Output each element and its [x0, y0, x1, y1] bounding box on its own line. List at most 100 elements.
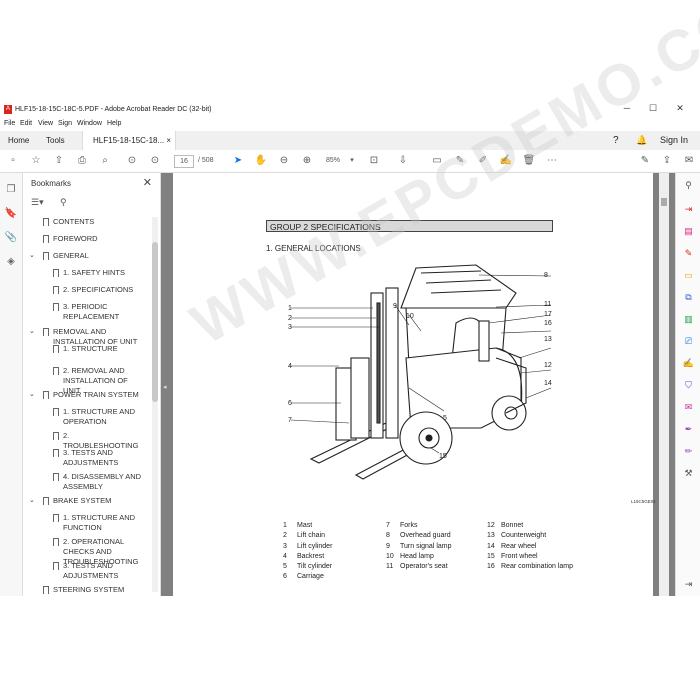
legend-item: 7 Forks — [386, 521, 452, 531]
close-window-button[interactable]: ✕ — [670, 103, 690, 114]
left-navigation-rail: ❐ 🔖 📎 ◈ — [0, 173, 23, 596]
bookmark-star-icon[interactable]: ☆ — [29, 154, 43, 168]
bookmark-label: 2. SPECIFICATIONS — [63, 285, 134, 294]
callout-16: 16 — [544, 320, 552, 327]
bookmarks-panel-icon[interactable]: 🔖 — [4, 207, 18, 221]
export-pdf-icon[interactable]: ⇥ — [682, 203, 695, 216]
legend-label: Forks — [400, 522, 418, 529]
next-page-icon[interactable]: ⊙ — [148, 154, 162, 168]
bookmark-icon — [53, 269, 59, 279]
bookmark-label: POWER TRAIN SYSTEM — [53, 390, 139, 399]
menu-edit[interactable]: Edit — [20, 120, 32, 127]
bookmark-icon — [53, 408, 59, 418]
bookmark-options-icon[interactable]: ☰▾ — [31, 197, 44, 208]
tab-tools[interactable]: Tools — [46, 131, 65, 150]
zoom-dropdown-icon[interactable]: ▾ — [345, 154, 359, 168]
callout-4: 4 — [288, 363, 292, 370]
comment-panel-icon[interactable]: ✎ — [638, 154, 652, 168]
expand-toggle-icon[interactable]: ⌄ — [29, 496, 35, 506]
bookmark-label: STEERING SYSTEM — [53, 585, 125, 594]
search-icon[interactable]: ⌕ — [98, 154, 112, 168]
menu-help[interactable]: Help — [107, 120, 121, 127]
upload-icon[interactable]: ⇧ — [52, 154, 66, 168]
legend-item: 10 Head lamp — [386, 552, 452, 562]
bookmark-icon — [53, 473, 59, 483]
send-for-signature-icon[interactable]: ✉ — [682, 401, 695, 414]
select-cursor-icon[interactable]: ➤ — [231, 154, 245, 168]
scroll-mode-icon[interactable]: ⇩ — [396, 154, 410, 168]
bookmark-icon — [53, 367, 59, 377]
find-bookmark-icon[interactable]: ⚲ — [60, 197, 67, 208]
certificates-icon[interactable]: ✒ — [682, 423, 695, 436]
acrobat-app-icon: A — [4, 105, 12, 114]
zoom-out-icon[interactable]: ⊖ — [277, 154, 291, 168]
tab-document[interactable]: HLF15-18-15C-18... × — [82, 131, 176, 150]
combine-files-icon[interactable]: ⧉ — [682, 291, 695, 304]
attachments-icon[interactable]: 📎 — [4, 231, 18, 245]
hand-tool-icon[interactable]: ✋ — [254, 154, 268, 168]
bookmark-icon — [43, 586, 49, 596]
bookmarks-title: Bookmarks — [31, 179, 72, 188]
bookmarks-scrollbar[interactable] — [152, 217, 158, 592]
print-icon[interactable]: ⎙ — [75, 154, 89, 168]
legend-item: 3 Lift cylinder — [283, 542, 332, 552]
expand-toggle-icon[interactable]: ⌄ — [29, 251, 35, 261]
bookmark-label: 3. TESTS AND ADJUSTMENTS — [63, 561, 119, 580]
legend-label: Head lamp — [400, 552, 434, 560]
collapse-left-icon[interactable]: ◂ — [163, 383, 167, 391]
save-icon[interactable]: ▫ — [6, 154, 20, 168]
legend-number: 14 — [487, 542, 495, 550]
edit-pdf-icon[interactable]: ✎ — [682, 247, 695, 260]
zoom-in-icon[interactable]: ⊕ — [300, 154, 314, 168]
sign-in-button[interactable]: Sign In — [660, 131, 688, 150]
share-icon[interactable]: ⇪ — [660, 154, 674, 168]
bookmark-label: BRAKE SYSTEM — [53, 496, 112, 505]
legend-item: 8 Overhead guard — [386, 531, 452, 541]
legend-item: 1 Mast — [283, 521, 332, 531]
create-pdf-icon[interactable]: ▤ — [682, 225, 695, 238]
expand-toggle-icon[interactable]: ⌄ — [29, 390, 35, 400]
bookmark-label: 1. SAFETY HINTS — [63, 268, 125, 277]
expand-toggle-icon[interactable]: ⌄ — [29, 327, 35, 337]
legend-item: 2 Lift chain — [283, 531, 332, 541]
fit-page-icon[interactable]: ⊡ — [367, 154, 381, 168]
email-icon[interactable]: ✉ — [682, 154, 696, 168]
search-tool-icon[interactable]: ⚲ — [682, 179, 695, 192]
menu-view[interactable]: View — [38, 120, 53, 127]
tab-home[interactable]: Home — [8, 131, 29, 150]
legend-item: 5 Tilt cylinder — [283, 562, 332, 572]
document-scrollbar[interactable] — [659, 173, 669, 596]
page-thumbnails-icon[interactable]: ❐ — [4, 183, 18, 197]
legend-number: 1 — [283, 522, 287, 529]
collapse-right-panel-icon[interactable]: ⇥ — [682, 578, 695, 591]
close-tab-icon[interactable]: × — [166, 131, 171, 150]
help-icon[interactable]: ? — [613, 131, 619, 150]
window-title: HLF15-18-15C-18C-5.PDF - Adobe Acrobat R… — [15, 106, 212, 113]
comment-tool-icon[interactable]: ▭ — [682, 269, 695, 282]
menu-file[interactable]: File — [4, 120, 15, 127]
bookmark-label: 1. STRUCTURE AND FUNCTION — [63, 513, 136, 532]
legend-label: Tilt cylinder — [297, 563, 333, 571]
diagram-code: L15C5GE01 — [631, 499, 656, 504]
more-tools-wrench-icon[interactable]: ⚒ — [682, 467, 695, 480]
notifications-icon[interactable]: 🔔 — [636, 131, 647, 150]
protect-icon[interactable]: ⛉ — [682, 379, 695, 392]
legend-item: 16 Rear combination lamp — [487, 562, 573, 572]
close-panel-icon[interactable]: ✕ — [143, 176, 152, 189]
measure-icon[interactable]: ✏ — [682, 445, 695, 458]
menu-sign[interactable]: Sign — [58, 120, 72, 127]
document-scroll-thumb[interactable] — [661, 198, 667, 206]
bookmark-label: FOREWORD — [53, 234, 98, 243]
zoom-level[interactable]: 85% — [326, 155, 340, 166]
menu-window[interactable]: Window — [77, 120, 102, 127]
legend-item: 13 Counterweight — [487, 531, 573, 541]
organize-pages-icon[interactable]: ▥ — [682, 313, 695, 326]
legend-number: 3 — [283, 542, 287, 550]
fill-sign-icon[interactable]: ✍ — [682, 357, 695, 370]
prev-page-icon[interactable]: ⊙ — [125, 154, 139, 168]
bookmarks-scroll-thumb[interactable] — [152, 242, 158, 402]
legend-number: 9 — [386, 542, 390, 550]
layers-icon[interactable]: ◈ — [4, 255, 18, 269]
scan-ocr-icon[interactable]: ⎚ — [682, 335, 695, 348]
page-number-input[interactable]: 16 — [174, 155, 194, 168]
